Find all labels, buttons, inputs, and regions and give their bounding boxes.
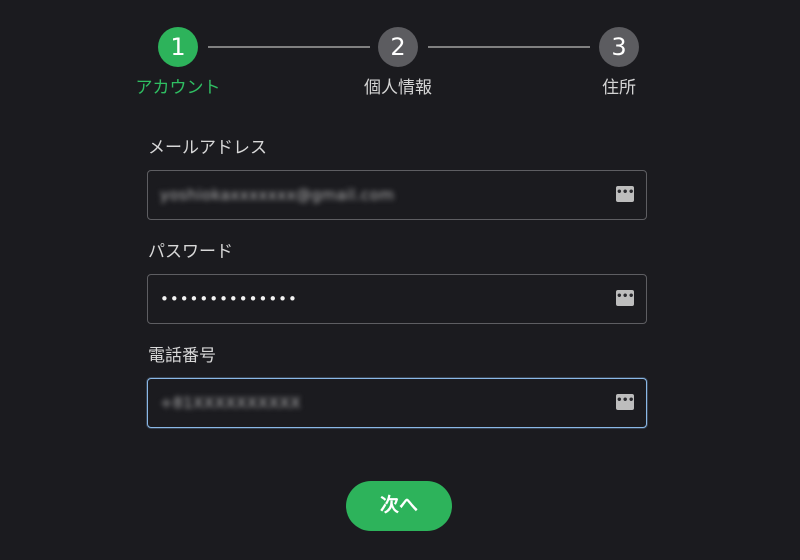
email-label: メールアドレス [148,138,267,158]
phone-value: +81XXXXXXXXXX [160,394,301,412]
step-2-indicator: 2 [378,27,418,67]
step-connector-1-2 [208,46,370,48]
password-manager-icon[interactable]: ••• [616,186,634,202]
password-field[interactable]: •••••••••••••• ••• [147,274,647,324]
password-label: パスワード [148,242,233,262]
password-value: •••••••••••••• [160,290,298,308]
step-connector-2-3 [428,46,590,48]
phone-label: 電話番号 [148,346,216,366]
phone-field[interactable]: +81XXXXXXXXXX ••• [147,378,647,428]
email-field[interactable]: yoshiokaxxxxxxx@gmail.com ••• [147,170,647,220]
email-value: yoshiokaxxxxxxx@gmail.com [160,186,395,204]
password-manager-icon[interactable]: ••• [616,394,634,410]
next-button[interactable]: 次へ [346,481,452,531]
step-3-label: 住所 [602,78,636,98]
step-2-label: 個人情報 [364,78,432,98]
password-manager-icon[interactable]: ••• [616,290,634,306]
step-1-label: アカウント [135,78,221,98]
step-3-indicator: 3 [599,27,639,67]
step-1-indicator: 1 [158,27,198,67]
progress-stepper: 1 2 3 アカウント 個人情報 住所 [0,0,800,110]
